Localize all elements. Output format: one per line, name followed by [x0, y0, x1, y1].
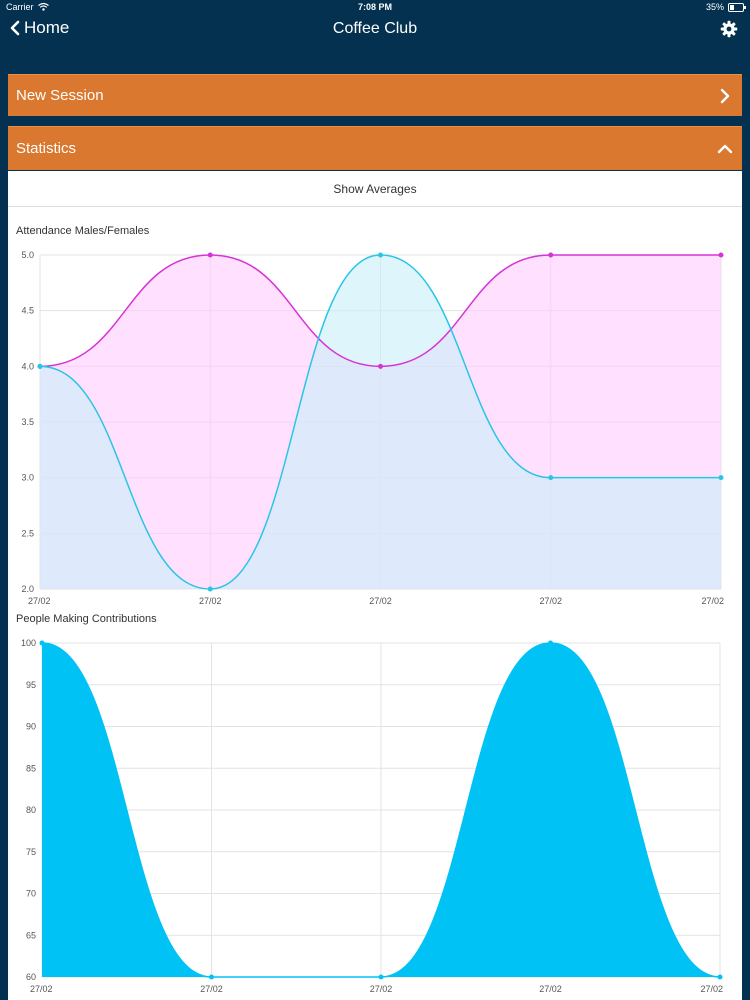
x-tick-label: 27/02 — [701, 596, 724, 606]
statistics-label: Statistics — [16, 140, 77, 157]
statistics-panel: Show Averages Attendance Males/Females 5… — [8, 171, 742, 1000]
x-tick-label: 27/02 — [30, 984, 53, 994]
battery-indicator: 35% — [705, 2, 746, 12]
show-averages-button[interactable]: Show Averages — [8, 171, 742, 207]
series-0-point[interactable] — [717, 974, 723, 980]
x-tick-label: 27/02 — [539, 984, 562, 994]
series-0-point[interactable] — [39, 640, 45, 646]
y-tick-label: 70 — [26, 889, 36, 899]
y-tick-label: 4.5 — [21, 306, 34, 316]
battery-percent: 35% — [705, 2, 724, 12]
series-1-point[interactable] — [718, 475, 724, 481]
y-tick-label: 4.0 — [21, 361, 34, 371]
attendance-chart-title: Attendance Males/Females — [16, 225, 150, 237]
chevron-up-icon — [717, 144, 733, 154]
page-title: Coffee Club — [332, 20, 418, 37]
x-tick-label: 27/02 — [539, 596, 562, 606]
clock: 7:08 PM — [357, 2, 392, 12]
x-tick-label: 27/02 — [199, 596, 222, 606]
x-tick-label: 27/02 — [28, 596, 51, 606]
series-0-point[interactable] — [209, 974, 214, 980]
series-1-point[interactable] — [207, 586, 213, 592]
series-0-point[interactable] — [207, 252, 213, 258]
series-0-point[interactable] — [548, 252, 554, 258]
y-tick-label: 2.5 — [21, 528, 34, 538]
y-tick-label: 65 — [26, 930, 36, 940]
series-0-point[interactable] — [548, 640, 553, 646]
y-tick-label: 85 — [26, 763, 36, 773]
contributions-chart-title: People Making Contributions — [16, 613, 157, 625]
y-tick-label: 100 — [21, 638, 36, 648]
x-tick-label: 27/02 — [200, 984, 223, 994]
y-tick-label: 3.5 — [21, 417, 34, 427]
battery-icon — [728, 2, 746, 12]
y-tick-label: 3.0 — [21, 473, 34, 483]
chevron-right-icon — [720, 88, 730, 104]
y-tick-label: 95 — [26, 680, 36, 690]
series-1-point[interactable] — [548, 475, 554, 481]
attendance-chart: 5.0 4.5 4.0 3.5 3.0 2.5 2.0 27/02 27/02 27/02 27/0… — [21, 250, 724, 606]
series-0-point[interactable] — [718, 252, 724, 258]
x-tick-label: 27/02 — [700, 984, 723, 994]
x-tick-label: 27/02 — [369, 596, 392, 606]
y-tick-label: 80 — [26, 805, 36, 815]
statistics-header[interactable]: Statistics — [8, 126, 742, 170]
y-tick-label: 5.0 — [21, 250, 34, 260]
y-tick-label: 2.0 — [21, 584, 34, 594]
series-1-point[interactable] — [37, 363, 43, 369]
new-session-label: New Session — [16, 87, 104, 104]
navigation-bar: Home Coffee Club — [0, 16, 750, 62]
new-session-button[interactable]: New Session — [8, 74, 742, 116]
y-tick-label: 60 — [26, 972, 36, 982]
y-tick-label: 90 — [26, 722, 36, 732]
series-0-point[interactable] — [378, 974, 384, 980]
series-1-point[interactable] — [378, 252, 383, 258]
status-bar: Carrier 7:08 PM 35% — [0, 0, 750, 16]
gear-icon[interactable] — [720, 20, 738, 38]
contributions-chart: 100 95 90 85 80 75 70 65 60 27/02 27/02 27/02 27/02 2… — [21, 638, 723, 994]
x-tick-label: 27/02 — [370, 984, 393, 994]
y-tick-label: 75 — [26, 847, 36, 857]
series-0-point[interactable] — [378, 363, 383, 369]
